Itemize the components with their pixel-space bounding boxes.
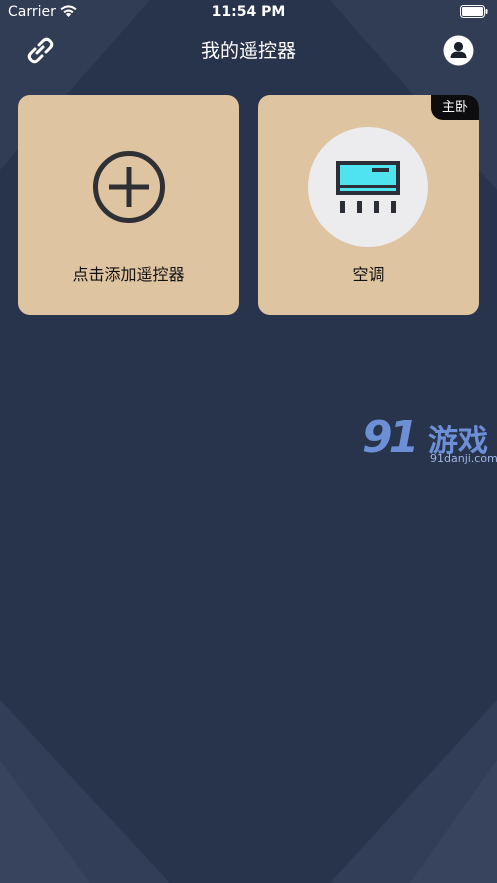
watermark-number: 91 <box>362 412 419 463</box>
add-remote-card[interactable]: 点击添加遥控器 <box>18 95 239 315</box>
user-icon <box>443 35 474 66</box>
room-badge: 主卧 <box>431 95 479 120</box>
ac-remote-card[interactable]: 主卧 空调 <box>258 95 479 315</box>
plus-circle-icon <box>93 151 165 223</box>
add-remote-label: 点击添加遥控器 <box>72 265 185 284</box>
battery-icon <box>460 5 488 22</box>
watermark-url: 91danji.com <box>430 452 497 465</box>
status-bar: Carrier 11:54 PM <box>0 0 497 26</box>
status-time: 11:54 PM <box>211 4 286 20</box>
page-title: 我的遥控器 <box>200 40 296 62</box>
watermark-logo: 91 游戏 91danji.com <box>362 412 497 468</box>
ac-remote-label: 空调 <box>352 265 385 284</box>
navigation-bar: 我的遥控器 <box>0 26 497 76</box>
ac-icon-circle <box>308 127 428 247</box>
user-button[interactable] <box>443 35 474 66</box>
air-conditioner-icon <box>336 161 400 213</box>
